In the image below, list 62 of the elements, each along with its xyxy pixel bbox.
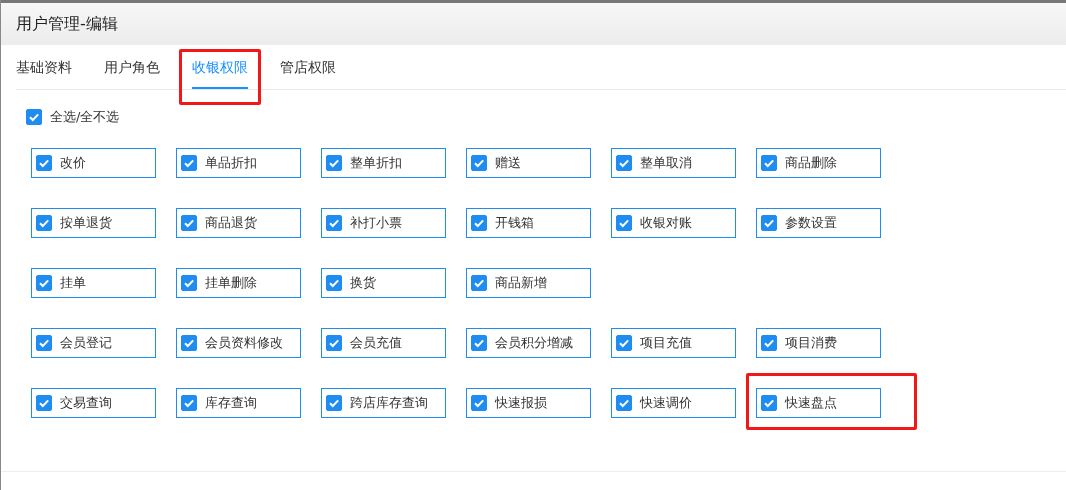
checkbox[interactable] xyxy=(326,215,342,231)
checkbox[interactable] xyxy=(761,215,777,231)
tab[interactable]: 基础资料 xyxy=(16,45,72,89)
permission-option[interactable]: 会员积分增减 xyxy=(466,328,591,358)
permission-option[interactable]: 快速调价 xyxy=(611,388,736,418)
permission-option[interactable]: 快速报损 xyxy=(466,388,591,418)
checkbox[interactable] xyxy=(36,155,52,171)
checkbox[interactable] xyxy=(36,335,52,351)
permission-option[interactable]: 整单取消 xyxy=(611,148,736,178)
permission-option[interactable]: 交易查询 xyxy=(31,388,156,418)
checkbox[interactable] xyxy=(181,275,197,291)
checkbox[interactable] xyxy=(326,275,342,291)
tab[interactable]: 管店权限 xyxy=(280,45,336,89)
permission-option[interactable]: 库存查询 xyxy=(176,388,301,418)
checkbox[interactable] xyxy=(326,155,342,171)
permission-option[interactable]: 商品删除 xyxy=(756,148,881,178)
permission-option[interactable]: 挂单 xyxy=(31,268,156,298)
permission-option[interactable]: 会员资料修改 xyxy=(176,328,301,358)
permission-option[interactable]: 改价 xyxy=(31,148,156,178)
checkbox[interactable] xyxy=(36,395,52,411)
permission-option[interactable]: 项目消费 xyxy=(756,328,881,358)
permission-option[interactable]: 赠送 xyxy=(466,148,591,178)
permission-option[interactable]: 开钱箱 xyxy=(466,208,591,238)
permission-option[interactable]: 商品退货 xyxy=(176,208,301,238)
checkbox[interactable] xyxy=(616,395,632,411)
permission-option[interactable]: 换货 xyxy=(321,268,446,298)
checkbox[interactable] xyxy=(181,215,197,231)
checkbox[interactable] xyxy=(471,395,487,411)
permission-option[interactable]: 整单折扣 xyxy=(321,148,446,178)
checkbox[interactable] xyxy=(616,215,632,231)
checkbox[interactable] xyxy=(761,155,777,171)
permission-option[interactable]: 项目充值 xyxy=(611,328,736,358)
permission-option[interactable]: 会员登记 xyxy=(31,328,156,358)
checkbox[interactable] xyxy=(616,155,632,171)
checkbox[interactable] xyxy=(36,275,52,291)
checkbox[interactable] xyxy=(471,215,487,231)
permission-option[interactable]: 快速盘点 xyxy=(756,388,881,418)
permission-option[interactable]: 参数设置 xyxy=(756,208,881,238)
permission-option[interactable]: 跨店库存查询 xyxy=(321,388,446,418)
permission-option[interactable]: 商品新增 xyxy=(466,268,591,298)
checkbox[interactable] xyxy=(616,335,632,351)
checkbox[interactable] xyxy=(181,155,197,171)
checkbox[interactable] xyxy=(326,395,342,411)
checkbox[interactable] xyxy=(36,215,52,231)
checkbox[interactable] xyxy=(471,275,487,291)
permission-option[interactable]: 收银对账 xyxy=(611,208,736,238)
checkbox[interactable] xyxy=(761,395,777,411)
permission-option[interactable]: 按单退货 xyxy=(31,208,156,238)
checkbox[interactable] xyxy=(181,395,197,411)
window-title: 用户管理-编辑 xyxy=(16,13,118,35)
checkbox[interactable] xyxy=(181,335,197,351)
checkbox[interactable] xyxy=(326,335,342,351)
tab[interactable]: 用户角色 xyxy=(104,45,160,89)
checkbox[interactable] xyxy=(471,155,487,171)
checkbox[interactable] xyxy=(471,335,487,351)
checkbox[interactable] xyxy=(761,335,777,351)
permission-option[interactable]: 挂单删除 xyxy=(176,268,301,298)
permission-option[interactable]: 补打小票 xyxy=(321,208,446,238)
permission-option[interactable]: 单品折扣 xyxy=(176,148,301,178)
checkbox-label: 全选/全不选 xyxy=(50,108,120,126)
permission-option[interactable]: 会员充值 xyxy=(321,328,446,358)
checkbox[interactable] xyxy=(26,109,42,125)
